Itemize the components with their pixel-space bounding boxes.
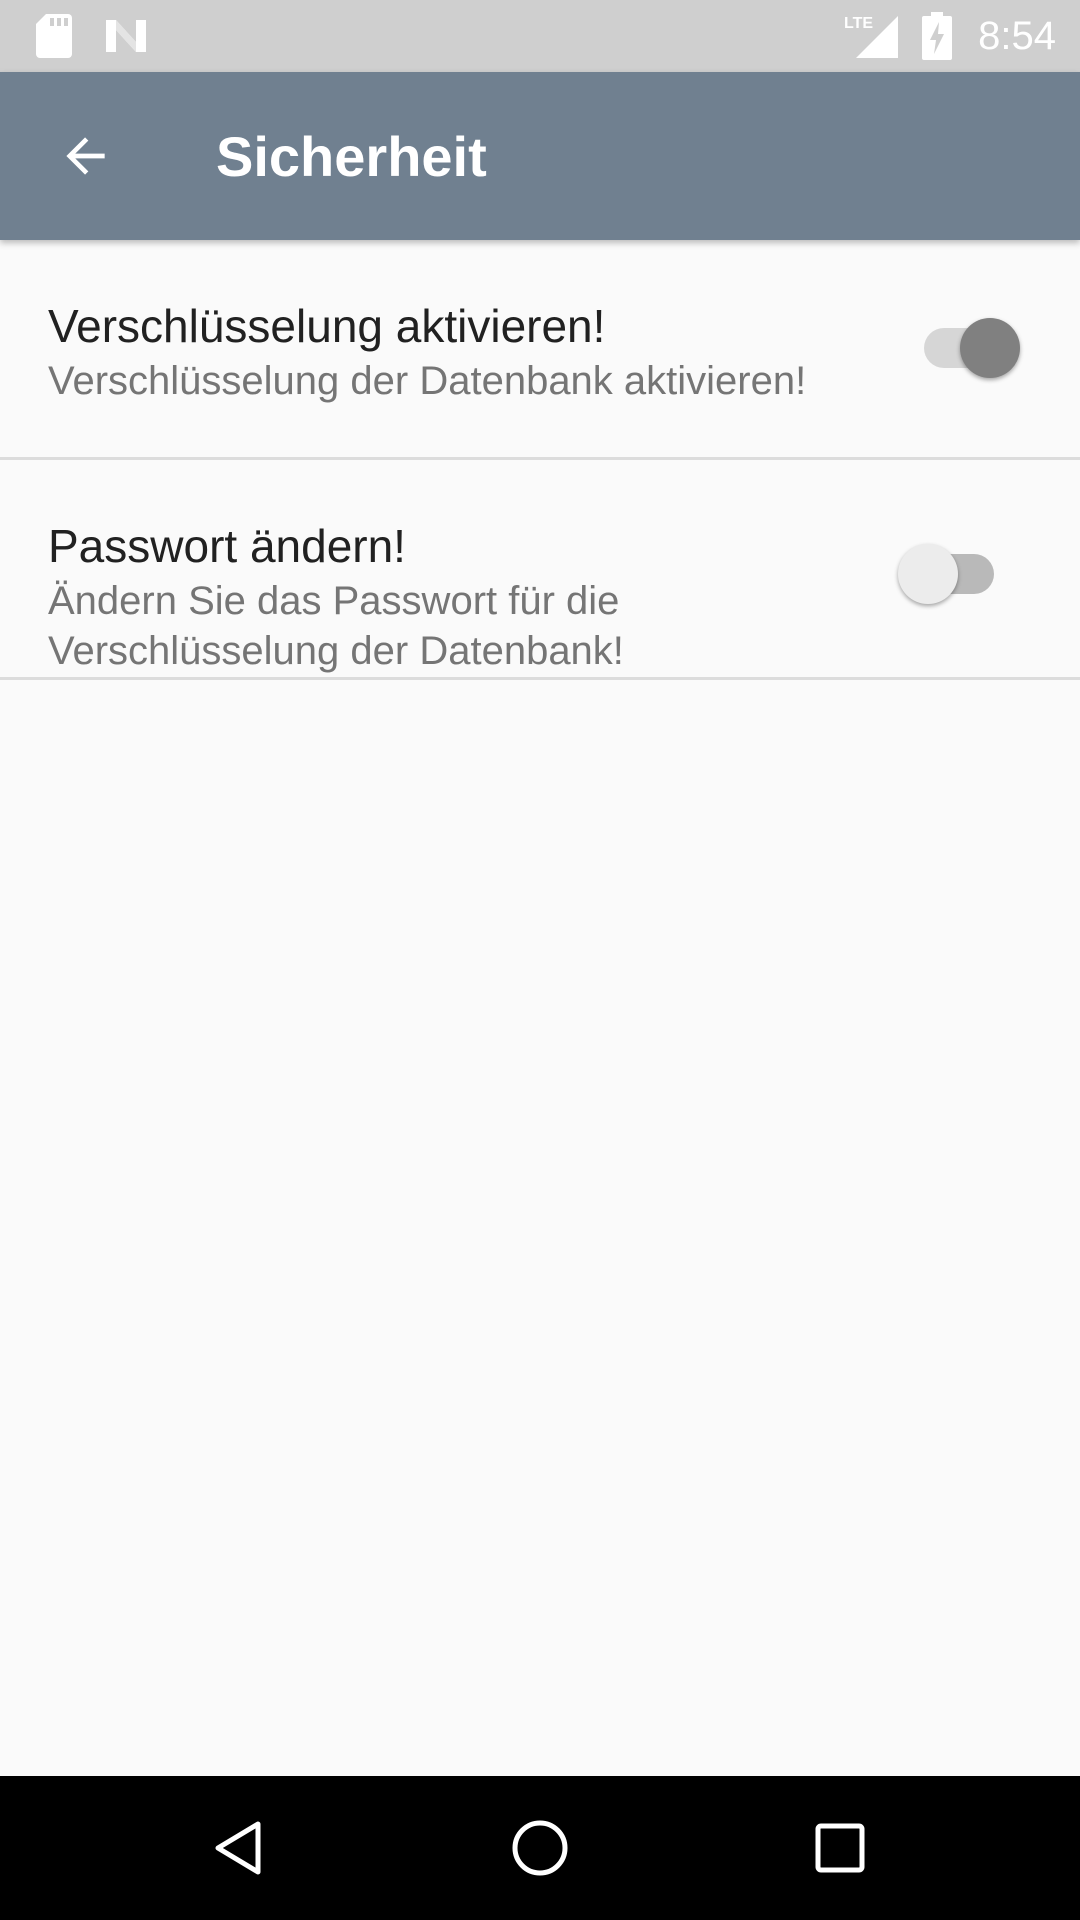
nav-recents-icon [815,1823,865,1873]
pref-change-password[interactable]: Passwort ändern! Ändern Sie das Passwort… [0,460,1080,680]
app-bar: Sicherheit [0,72,1080,240]
lte-signal-icon: LTE [844,15,898,58]
switch-thumb [960,318,1020,378]
pref-enable-encryption[interactable]: Verschlüsselung aktivieren! Verschlüssel… [0,240,1080,460]
navigation-bar [0,1776,1080,1920]
switch-thumb [898,544,958,604]
pref-summary: Ändern Sie das Passwort für die Verschlü… [48,579,624,673]
sd-card-icon [36,14,72,58]
encryption-toggle[interactable] [900,308,1020,388]
nav-recents-button[interactable] [792,1800,888,1896]
nav-back-icon [215,1821,261,1875]
arrow-back-icon [66,137,105,175]
change-password-toggle[interactable] [898,534,1018,614]
status-clock: 8:54 [978,14,1056,58]
nav-back-button[interactable] [192,1800,288,1896]
pref-title: Passwort ändern! [48,520,406,572]
pref-title: Verschlüsselung aktivieren! [48,300,606,352]
nav-home-icon [512,1820,568,1876]
preference-list: Verschlüsselung aktivieren! Verschlüssel… [0,240,1080,680]
nav-home-button[interactable] [492,1800,588,1896]
back-button[interactable] [38,108,134,204]
pref-summary: Verschlüsselung der Datenbank aktivieren… [48,359,807,403]
svg-text:LTE: LTE [844,15,873,32]
settings-screen: LTE 8:54 Sicherheit Verschlüsselung akti… [0,0,1080,1920]
n-logo-icon [106,20,146,52]
status-bar: LTE 8:54 [0,0,1080,72]
battery-charging-icon [922,12,952,60]
page-title: Sicherheit [216,125,487,188]
